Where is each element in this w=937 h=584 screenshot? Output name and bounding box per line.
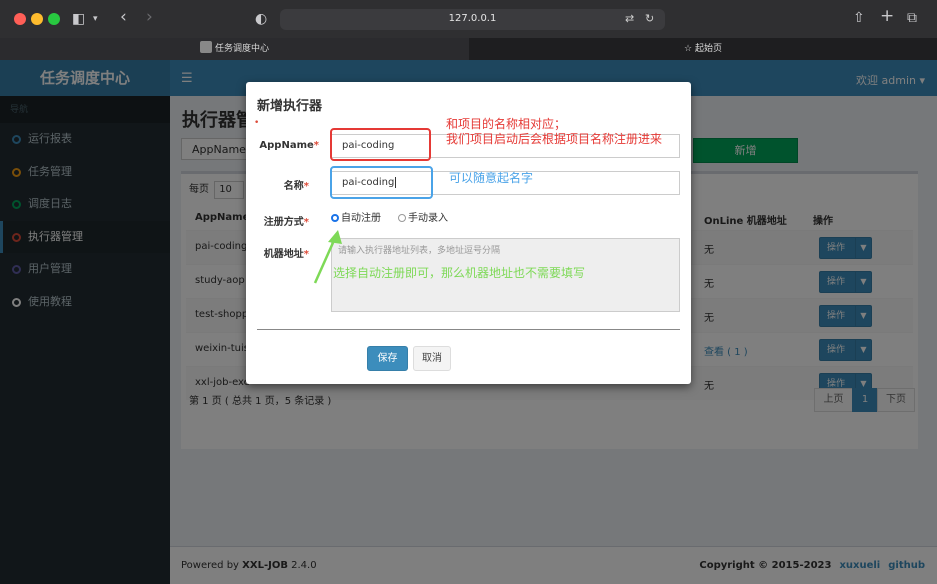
name-label: 名称* xyxy=(283,181,309,192)
minimize-window-icon[interactable] xyxy=(31,13,43,25)
registration-annotation: 选择自动注册即可，那么机器地址也不需要填写 xyxy=(333,266,586,280)
chevron-down-icon[interactable]: ▾ xyxy=(93,12,98,26)
shield-icon[interactable]: ◐ xyxy=(255,12,267,26)
appname-annotation: 和项目的名称相对应； 我们项目启动后会根据项目名称注册进来 xyxy=(446,117,662,147)
favicon-icon xyxy=(199,41,212,53)
tab-label: 任务调度中心 xyxy=(214,44,269,54)
browser-titlebar: ◧ ▾ ‹ › ◐ 127.0.0.1 ⇄ ↻ ⇧ + ⧉ xyxy=(0,0,937,38)
registration-manual-option[interactable]: 手动录入 xyxy=(398,209,448,224)
label-text: 机器地址 xyxy=(263,249,304,260)
appname-label: AppName* xyxy=(259,140,319,151)
label-text: 名称 xyxy=(283,181,304,192)
tab-start-page[interactable]: ☆ 起始页 xyxy=(469,38,937,60)
red-dot-marker: • xyxy=(254,118,260,128)
registration-label: 注册方式* xyxy=(263,217,309,228)
tab-task-center[interactable]: 任务调度中心 xyxy=(0,38,469,60)
annotation-line: 和项目的名称相对应； xyxy=(446,117,567,131)
back-icon[interactable]: ‹ xyxy=(120,9,127,26)
dialog-title: 新增执行器 xyxy=(257,99,323,114)
sidebar-toggle-icon[interactable]: ◧ xyxy=(72,12,85,26)
reload-icon[interactable]: ↻ xyxy=(645,12,654,25)
name-highlight-box xyxy=(330,166,433,199)
share-icon[interactable]: ⇧ xyxy=(853,11,865,25)
forward-icon[interactable]: › xyxy=(146,9,153,26)
new-tab-icon[interactable]: + xyxy=(880,8,894,25)
zoom-window-icon[interactable] xyxy=(48,13,60,25)
star-icon: ☆ xyxy=(684,44,695,54)
label-text: AppName xyxy=(259,140,314,151)
browser-tabs: 任务调度中心 ☆ 起始页 xyxy=(0,38,937,60)
appname-highlight-box xyxy=(330,128,431,161)
tab-label: 起始页 xyxy=(694,44,722,54)
dialog-divider xyxy=(257,329,680,330)
url-text: 127.0.0.1 xyxy=(448,13,497,24)
radio-label: 自动注册 xyxy=(341,213,381,224)
radio-empty-icon xyxy=(398,214,406,222)
radio-label: 手动录入 xyxy=(408,213,448,224)
cancel-button[interactable]: 取消 xyxy=(413,346,451,371)
registration-auto-option[interactable]: 自动注册 xyxy=(331,209,381,224)
close-window-icon[interactable] xyxy=(14,13,26,25)
save-button[interactable]: 保存 xyxy=(367,346,408,371)
address-label: 机器地址* xyxy=(263,249,309,260)
label-text: 注册方式 xyxy=(263,217,304,228)
name-annotation: 可以随意起名字 xyxy=(449,171,534,185)
annotation-line: 我们项目启动后会根据项目名称注册进来 xyxy=(446,132,663,146)
address-bar[interactable]: 127.0.0.1 ⇄ ↻ xyxy=(280,9,665,30)
radio-selected-icon xyxy=(331,214,339,222)
tab-overview-icon[interactable]: ⧉ xyxy=(907,11,917,25)
translate-icon[interactable]: ⇄ xyxy=(625,12,634,25)
